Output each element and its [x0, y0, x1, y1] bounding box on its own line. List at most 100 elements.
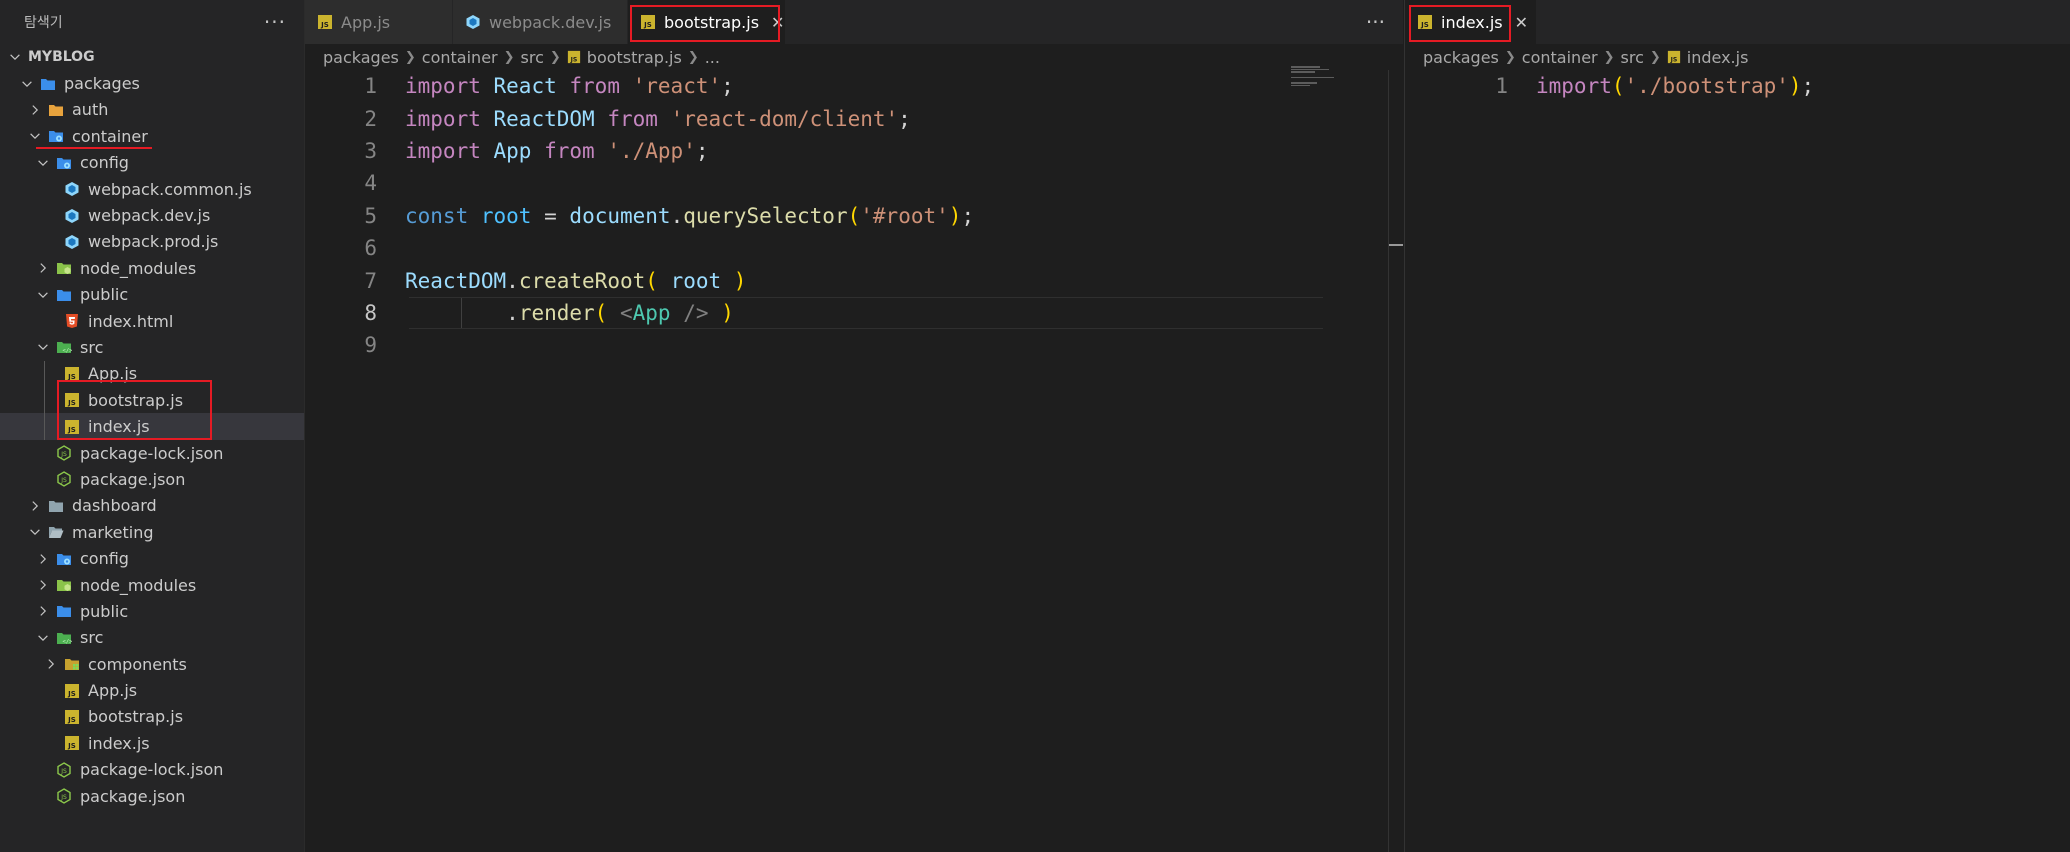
tab-bootstrap-js[interactable]: JS bootstrap.js ✕	[628, 0, 786, 44]
svg-text:JS: JS	[60, 794, 67, 801]
breadcrumb-item[interactable]: packages	[1423, 48, 1499, 67]
chevron-right-icon[interactable]	[36, 261, 50, 275]
tree-file[interactable]: webpack.common.js	[0, 176, 304, 202]
tree-folder[interactable]: dashboard	[0, 493, 304, 519]
close-icon[interactable]: ✕	[1515, 13, 1528, 32]
tree-file[interactable]: JS index.js	[0, 413, 304, 440]
vertical-scrollbar[interactable]	[1388, 70, 1403, 852]
tree-folder[interactable]: marketing	[0, 519, 304, 545]
explorer-sidebar: 탐색기 ··· MYBLOG packages auth container confi…	[0, 0, 305, 852]
chevron-down-icon[interactable]	[8, 50, 22, 64]
code-line[interactable]: 5 const root = document.querySelector('#r…	[305, 200, 1403, 232]
folder-icon	[56, 287, 72, 303]
tree-item-label: App.js	[88, 364, 138, 384]
svg-text:JS: JS	[67, 373, 76, 381]
tree-folder[interactable]: public	[0, 598, 304, 624]
folder-icon	[48, 498, 64, 514]
code-line[interactable]: 1 import React from 'react';	[305, 70, 1403, 102]
tree-folder[interactable]: </> src	[0, 334, 304, 360]
chevron-down-icon[interactable]	[36, 156, 50, 170]
tree-item-label: auth	[72, 100, 109, 120]
tree-item-label: App.js	[88, 681, 138, 701]
chevron-right-icon[interactable]	[36, 578, 50, 592]
code-line[interactable]: 7 ReactDOM.createRoot( root )	[305, 264, 1403, 296]
chevron-right-icon: ❯	[503, 49, 515, 65]
breadcrumb-item[interactable]: index.js	[1687, 48, 1749, 67]
chevron-right-icon: ❯	[1603, 49, 1615, 65]
chevron-down-icon[interactable]	[36, 631, 50, 645]
tree-file[interactable]: JS package.json	[0, 466, 304, 492]
chevron-down-icon[interactable]	[20, 77, 34, 91]
tab-label: index.js	[1441, 12, 1503, 32]
code-line[interactable]: 6	[305, 232, 1403, 264]
minimap[interactable]	[1291, 66, 1339, 87]
tree-file[interactable]: JS App.js	[0, 361, 304, 387]
tree-item-label: package.json	[80, 469, 186, 489]
chevron-right-icon[interactable]	[36, 552, 50, 566]
code-line[interactable]: 8 .render( <App /> )	[305, 296, 1403, 330]
tab-index-js[interactable]: JS index.js ✕	[1405, 0, 1537, 44]
tree-folder[interactable]: container	[0, 123, 304, 149]
folder-icon	[56, 603, 72, 619]
code-line[interactable]: 9	[305, 329, 1403, 361]
tree-folder[interactable]: node_modules	[0, 572, 304, 598]
breadcrumb-item[interactable]: ...	[705, 48, 720, 67]
svg-text:JS: JS	[67, 690, 76, 698]
svg-text:JS: JS	[67, 742, 76, 750]
code-text: import App from './App';	[405, 138, 709, 163]
tree-folder[interactable]: </> src	[0, 625, 304, 651]
tab-app-js[interactable]: JS App.js	[305, 0, 453, 44]
tree-folder[interactable]: config	[0, 545, 304, 571]
more-actions-icon[interactable]: ···	[1366, 10, 1385, 34]
tree-file[interactable]: index.html	[0, 308, 304, 334]
tree-item-label: public	[80, 285, 129, 305]
tab-webpack-dev-js[interactable]: webpack.dev.js	[453, 0, 628, 44]
chevron-right-icon: ❯	[404, 49, 416, 65]
chevron-down-icon[interactable]	[28, 129, 42, 143]
breadcrumb-item[interactable]: container	[422, 48, 498, 67]
tree-file[interactable]: JS package-lock.json	[0, 757, 304, 783]
code-line[interactable]: 1 import('./bootstrap');	[1405, 70, 2070, 102]
tree-file[interactable]: webpack.dev.js	[0, 202, 304, 228]
more-actions-icon[interactable]: ···	[264, 12, 286, 32]
tree-folder[interactable]: packages	[0, 70, 304, 96]
tree-file[interactable]: JS bootstrap.js	[0, 387, 304, 413]
chevron-down-icon[interactable]	[36, 288, 50, 302]
breadcrumb-item[interactable]: src	[1621, 48, 1644, 67]
close-icon[interactable]: ✕	[771, 13, 784, 32]
tree-folder[interactable]: node_modules	[0, 255, 304, 281]
tree-file[interactable]: JS package-lock.json	[0, 440, 304, 466]
js-file-icon: JS	[64, 735, 80, 751]
js-file-icon: JS	[64, 683, 80, 699]
highlight-underline-container	[36, 147, 152, 149]
breadcrumb-item[interactable]: src	[521, 48, 544, 67]
explorer-root[interactable]: MYBLOG	[0, 44, 304, 70]
tree-folder[interactable]: config	[0, 150, 304, 176]
folder-src-icon: </>	[56, 630, 72, 646]
chevron-down-icon[interactable]	[28, 525, 42, 539]
chevron-down-icon[interactable]	[36, 340, 50, 354]
breadcrumb-item[interactable]: packages	[323, 48, 399, 67]
code-line[interactable]: 2 import ReactDOM from 'react-dom/client'…	[305, 102, 1403, 134]
tree-file[interactable]: JS App.js	[0, 677, 304, 703]
tree-file[interactable]: JS index.js	[0, 730, 304, 756]
tree-file[interactable]: JS package.json	[0, 783, 304, 809]
code-line[interactable]: 4	[305, 167, 1403, 199]
tree-folder[interactable]: components	[0, 651, 304, 677]
tree-item-label: src	[80, 628, 104, 648]
tree-file[interactable]: webpack.prod.js	[0, 229, 304, 255]
breadcrumb-item[interactable]: bootstrap.js	[587, 48, 682, 67]
chevron-right-icon: ❯	[1504, 49, 1516, 65]
chevron-right-icon[interactable]	[28, 499, 42, 513]
breadcrumb-item[interactable]: container	[1522, 48, 1598, 67]
code-line[interactable]: 3 import App from './App';	[305, 135, 1403, 167]
chevron-right-icon[interactable]	[44, 657, 58, 671]
chevron-right-icon[interactable]	[36, 604, 50, 618]
code-text: .render( <App /> )	[506, 300, 734, 325]
tree-folder[interactable]: auth	[0, 97, 304, 123]
chevron-right-icon[interactable]	[28, 103, 42, 117]
code-editor-left[interactable]: 1 import React from 'react'; 2 import React…	[305, 70, 1403, 852]
tree-file[interactable]: JS bootstrap.js	[0, 704, 304, 730]
tree-folder[interactable]: public	[0, 282, 304, 308]
code-editor-right[interactable]: 1 import('./bootstrap');	[1405, 70, 2070, 852]
